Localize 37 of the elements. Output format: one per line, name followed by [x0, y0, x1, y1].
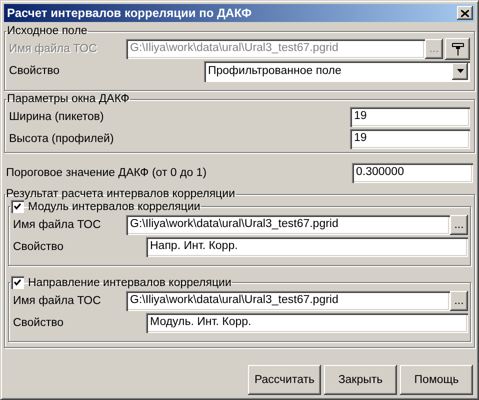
checkbox[interactable]: [11, 276, 24, 289]
close-icon: [461, 10, 469, 16]
checkbox-label: Модуль интервалов корреляции: [28, 200, 200, 212]
threshold-field[interactable]: 0.300000: [352, 163, 473, 183]
number-field[interactable]: 19: [350, 129, 470, 149]
group-title: Результат расчета интервалов корреляции: [6, 188, 235, 200]
property-field[interactable]: Напр. Инт. Корр.: [146, 237, 468, 257]
field-label: Имя файла ТОС: [13, 219, 102, 231]
property-field[interactable]: Модуль. Инт. Корр.: [146, 313, 468, 333]
field-label: Свойство: [9, 65, 60, 77]
browse-button[interactable]: ...: [450, 215, 468, 235]
browse-button[interactable]: ...: [450, 291, 468, 311]
group-title: Параметры окна ДАКФ: [7, 93, 130, 105]
dialog-button[interactable]: Закрыть: [324, 365, 397, 395]
number-field[interactable]: 19: [350, 107, 470, 127]
checkbox[interactable]: [11, 200, 24, 213]
dropdown-button[interactable]: [452, 62, 468, 80]
pin-icon: [452, 42, 464, 56]
file-path-field[interactable]: G:\Iliya\work\data\ural\Ural3_test67.pgrid: [126, 291, 450, 311]
dialog-button[interactable]: Рассчитать: [248, 365, 321, 395]
pin-button[interactable]: [445, 38, 470, 60]
group-title: Исходное поле: [7, 25, 88, 37]
window-title: Расчет интервалов корреляции по ДАКФ: [7, 6, 252, 20]
field-label: Имя файла ТОС: [9, 43, 98, 55]
checkbox-label: Направление интервалов корреляции: [28, 276, 232, 288]
field-label: Ширина (пикетов): [9, 111, 104, 123]
check-icon: [14, 279, 21, 286]
field-label: Пороговое значение ДАКФ (от 0 до 1): [6, 167, 207, 179]
field-label: Свойство: [13, 317, 64, 329]
file-path-field[interactable]: G:\Iliya\work\data\ural\Ural3_test67.pgrid: [126, 215, 450, 235]
field-label: Высота (профилей): [9, 133, 114, 145]
check-icon: [14, 203, 21, 210]
field-label: Имя файла ТОС: [13, 295, 102, 307]
dialog-button[interactable]: Помощь: [400, 365, 473, 395]
close-button[interactable]: [457, 6, 473, 20]
caret-icon: [456, 69, 464, 73]
field-label: Свойство: [13, 241, 64, 253]
